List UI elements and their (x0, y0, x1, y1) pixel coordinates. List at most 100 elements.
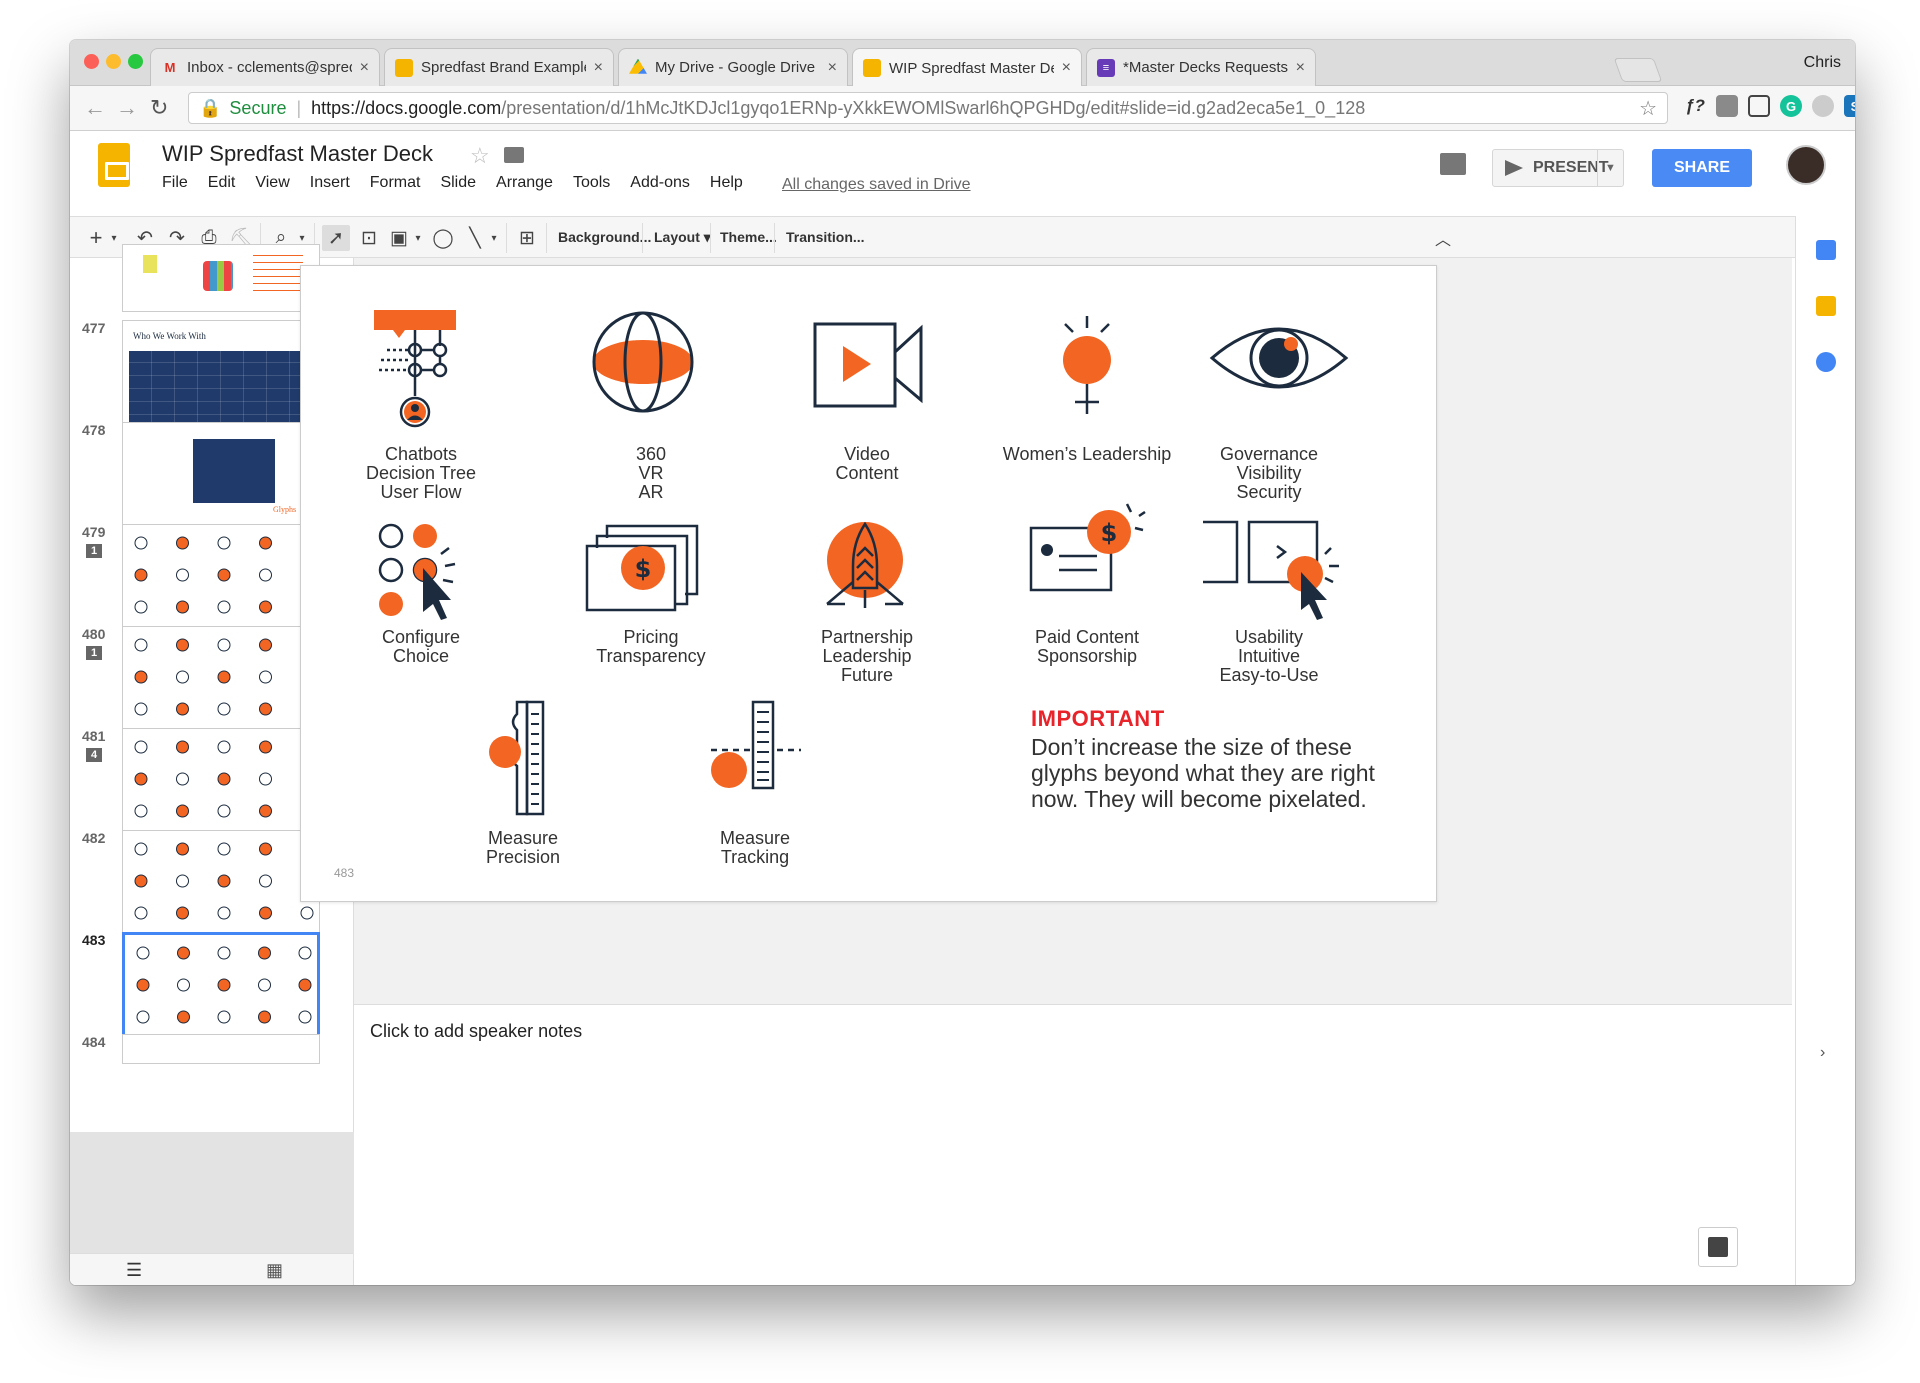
new-slide-plus-icon[interactable]: + (86, 225, 106, 251)
label-line: Security (1236, 482, 1302, 502)
menu-insert[interactable]: Insert (310, 174, 350, 192)
tasks-icon[interactable] (1816, 352, 1836, 372)
browser-tab-brand-examples[interactable]: Spredfast Brand Examples - G × (384, 48, 614, 86)
menu-help[interactable]: Help (710, 174, 743, 192)
zoom-window-button[interactable] (128, 54, 143, 69)
image-dropdown-icon[interactable]: ▾ (412, 225, 424, 251)
calendar-icon[interactable] (1816, 240, 1836, 260)
save-status-link[interactable]: All changes saved in Drive (782, 176, 971, 194)
grammarly-extension-icon[interactable]: G (1780, 95, 1802, 117)
expand-panel-icon[interactable]: › (1820, 1044, 1825, 1062)
share-label: SHARE (1673, 159, 1730, 176)
label-line: Tracking (720, 847, 790, 867)
formula-extension-icon[interactable]: ƒ? (1684, 95, 1706, 117)
close-tab-icon[interactable]: × (1062, 59, 1071, 77)
thumb-glyph (134, 804, 148, 818)
keep-icon[interactable] (1816, 296, 1836, 316)
s-extension-icon[interactable]: S (1844, 95, 1855, 117)
avatar[interactable] (1786, 145, 1826, 185)
close-tab-icon[interactable]: × (360, 59, 369, 77)
close-tab-icon[interactable]: × (594, 59, 603, 77)
slide-thumbnail-484[interactable] (122, 1034, 320, 1064)
bookmark-star-icon[interactable]: ☆ (1639, 96, 1657, 121)
slide-thumbnail-476[interactable] (122, 244, 320, 312)
slide-483[interactable]: Chatbots Decision Tree User Flow 360 VR AR V… (300, 265, 1437, 902)
new-tab-button[interactable] (1613, 58, 1663, 82)
slide-thumbnail-477[interactable]: Who We Work With (122, 320, 320, 432)
forward-arrow-icon[interactable]: → (116, 95, 138, 121)
line-icon[interactable]: ╲ (462, 225, 488, 251)
comment-count-badge[interactable]: 1 (86, 544, 102, 558)
text-box-icon[interactable]: ⊡ (356, 225, 382, 251)
menu-slide[interactable]: Slide (440, 174, 476, 192)
close-tab-icon[interactable]: × (1296, 59, 1305, 77)
thumb-glyph (259, 536, 272, 550)
speaker-notes-area[interactable]: Click to add speaker notes (354, 1004, 1792, 1285)
present-dropdown-icon[interactable]: ▼ (1597, 150, 1623, 186)
glyph-label-configure-choice: Configure Choice (382, 628, 460, 666)
thumb-glyph (217, 804, 231, 818)
collapse-toolbar-icon[interactable]: ︿ (1430, 225, 1456, 251)
minimize-window-button[interactable] (106, 54, 121, 69)
speaker-notes-placeholder[interactable]: Click to add speaker notes (370, 1021, 582, 1042)
background-button[interactable]: Background... (558, 229, 651, 245)
explore-button[interactable] (1698, 1227, 1738, 1267)
new-slide-dropdown-icon[interactable]: ▾ (108, 225, 120, 251)
profile-name[interactable]: Chris (1804, 54, 1841, 72)
move-to-folder-icon[interactable] (504, 147, 524, 163)
insert-image-icon[interactable]: ▣ (386, 225, 412, 251)
thumb-glyph (176, 842, 189, 856)
thumb-decoration (203, 261, 233, 291)
slide-thumbnail-478[interactable]: Glyphs (122, 422, 320, 534)
tab-title: Spredfast Brand Examples - G (421, 59, 586, 76)
theme-button[interactable]: Theme... (720, 229, 777, 245)
menu-file[interactable]: File (162, 174, 188, 192)
document-title[interactable]: WIP Spredfast Master Deck (162, 141, 433, 167)
browser-tab-inbox[interactable]: M Inbox - cclements@spredfast.c × (150, 48, 380, 86)
menu-addons[interactable]: Add-ons (630, 174, 690, 192)
slide-thumbnail-481[interactable] (122, 728, 320, 840)
slides-logo-icon[interactable] (98, 143, 130, 187)
star-document-icon[interactable]: ☆ (470, 143, 490, 169)
line-dropdown-icon[interactable]: ▾ (488, 225, 500, 251)
close-tab-icon[interactable]: × (828, 59, 837, 77)
browser-tab-drive[interactable]: My Drive - Google Drive × (618, 48, 848, 86)
browser-tab-requests[interactable]: ≡ *Master Decks Requests & Su × (1086, 48, 1316, 86)
shape-icon[interactable]: ◯ (430, 225, 456, 251)
comment-count-badge[interactable]: 4 (86, 748, 102, 762)
url-host: https://docs.google.com (311, 97, 502, 118)
transition-button[interactable]: Transition... (786, 229, 865, 245)
slide-thumbnail-483[interactable] (122, 932, 320, 1044)
layout-button[interactable]: Layout ▾ (654, 229, 711, 246)
insert-comment-icon[interactable]: ⊞ (514, 225, 540, 251)
toggle-extension-icon[interactable] (1812, 95, 1834, 117)
thumb-glyph (176, 568, 189, 582)
slide-thumbnail-482[interactable] (122, 830, 320, 942)
comment-count-badge[interactable]: 1 (86, 646, 102, 660)
menu-arrange[interactable]: Arrange (496, 174, 553, 192)
slide-thumbnail-480[interactable] (122, 626, 320, 738)
menu-view[interactable]: View (255, 174, 289, 192)
grid-view-icon[interactable]: ▦ (266, 1260, 283, 1281)
menu-format[interactable]: Format (370, 174, 421, 192)
share-button[interactable]: SHARE (1652, 149, 1752, 187)
slide-thumbnail-479[interactable] (122, 524, 320, 636)
layout-label: Layout (654, 229, 700, 245)
reload-icon[interactable]: ↻ (150, 95, 168, 121)
back-arrow-icon[interactable]: ← (84, 95, 106, 121)
select-cursor-icon[interactable]: ➚ (322, 225, 350, 251)
thumb-glyph (217, 946, 231, 960)
menu-tools[interactable]: Tools (573, 174, 610, 192)
url-field[interactable]: 🔒 Secure | https://docs.google.com /pres… (188, 92, 1668, 124)
filmstrip-view-icon[interactable]: ☰ (126, 1260, 142, 1281)
screenshot-extension-icon[interactable] (1748, 95, 1770, 117)
comments-icon[interactable] (1440, 153, 1466, 175)
close-window-button[interactable] (84, 54, 99, 69)
browser-tab-master-deck[interactable]: WIP Spredfast Master Deck - G × (852, 48, 1082, 87)
slides-icon (395, 58, 413, 77)
eyedropper-extension-icon[interactable] (1716, 95, 1738, 117)
menu-edit[interactable]: Edit (208, 174, 236, 192)
present-button[interactable]: PRESENT ▼ (1492, 149, 1624, 187)
menu-bar: File Edit View Insert Format Slide Arran… (162, 174, 763, 192)
thumb-glyph (217, 978, 231, 992)
